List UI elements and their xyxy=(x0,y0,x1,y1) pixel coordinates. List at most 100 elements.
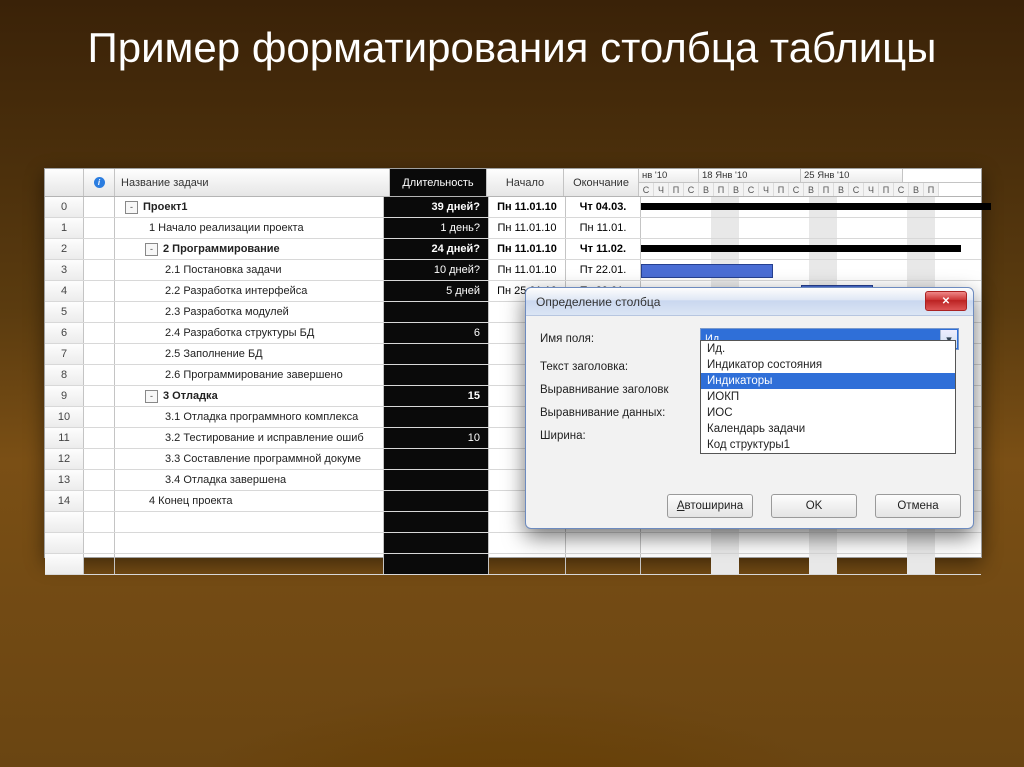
table-row[interactable]: 32.1 Постановка задачи10 дней?Пн 11.01.1… xyxy=(45,260,981,281)
duration-cell[interactable]: 6 xyxy=(384,323,489,343)
header-finish[interactable]: Окончание xyxy=(564,169,639,196)
table-row[interactable]: 2-2 Программирование24 дней?Пн 11.01.10Ч… xyxy=(45,239,981,260)
duration-cell[interactable] xyxy=(384,344,489,364)
row-indicator xyxy=(84,218,115,238)
ok-button[interactable]: OK xyxy=(771,494,857,518)
timeline-day: С xyxy=(744,183,759,196)
task-name: 3.2 Тестирование и исправление ошиб xyxy=(165,432,364,444)
header-task-name[interactable]: Название задачи xyxy=(115,169,390,196)
gantt-bar[interactable] xyxy=(641,245,961,252)
duration-cell[interactable] xyxy=(384,470,489,490)
duration-cell[interactable]: 24 дней? xyxy=(384,239,489,259)
dropdown-option[interactable]: Код структуры1 xyxy=(701,437,955,453)
start-cell[interactable]: Пн 11.01.10 xyxy=(489,239,566,259)
table-row[interactable]: 11 Начало реализации проекта1 день?Пн 11… xyxy=(45,218,981,239)
duration-cell[interactable] xyxy=(384,365,489,385)
dropdown-option[interactable]: Ид. xyxy=(701,341,955,357)
header-indicator[interactable]: i xyxy=(84,169,115,196)
timeline-week: 25 Янв '10 xyxy=(801,169,903,182)
row-id: 14 xyxy=(45,491,84,511)
gantt-bar[interactable] xyxy=(641,264,773,278)
row-indicator xyxy=(84,386,115,406)
screenshot-panel: i Название задачи Длительность Начало Ок… xyxy=(44,168,982,558)
timeline-day: Ч xyxy=(759,183,774,196)
task-name-cell[interactable]: 2.6 Программирование завершено xyxy=(115,365,384,385)
gantt-bar[interactable] xyxy=(641,203,991,210)
dialog-titlebar[interactable]: Определение столбца ✕ xyxy=(526,288,973,316)
label-width: Ширина: xyxy=(540,430,700,442)
dropdown-option[interactable]: ИОКП xyxy=(701,389,955,405)
duration-cell[interactable] xyxy=(384,302,489,322)
cancel-button[interactable]: Отмена xyxy=(875,494,961,518)
dropdown-option[interactable]: Календарь задачи xyxy=(701,421,955,437)
timeline-day: П xyxy=(924,183,939,196)
task-name: 2.4 Разработка структуры БД xyxy=(165,327,314,339)
task-name-cell[interactable]: 2.2 Разработка интерфейса xyxy=(115,281,384,301)
row-id: 1 xyxy=(45,218,84,238)
task-name-cell[interactable]: 2.1 Постановка задачи xyxy=(115,260,384,280)
task-name-cell[interactable]: 3.1 Отладка программного комплекса xyxy=(115,407,384,427)
gantt-cell xyxy=(641,197,981,217)
task-name-cell[interactable]: 3.2 Тестирование и исправление ошиб xyxy=(115,428,384,448)
duration-cell[interactable] xyxy=(384,491,489,511)
start-cell[interactable]: Пн 11.01.10 xyxy=(489,197,566,217)
finish-cell[interactable]: Пн 11.01. xyxy=(566,218,641,238)
finish-cell[interactable]: Пт 22.01. xyxy=(566,260,641,280)
row-id: 9 xyxy=(45,386,84,406)
task-name-cell[interactable]: -3 Отладка xyxy=(115,386,384,406)
task-name-cell[interactable]: 2.4 Разработка структуры БД xyxy=(115,323,384,343)
expand-toggle-icon[interactable]: - xyxy=(145,390,158,403)
header-start[interactable]: Начало xyxy=(487,169,564,196)
duration-cell[interactable] xyxy=(384,407,489,427)
start-cell[interactable]: Пн 11.01.10 xyxy=(489,218,566,238)
task-name: 2.6 Программирование завершено xyxy=(165,369,343,381)
expand-toggle-icon[interactable]: - xyxy=(145,243,158,256)
dropdown-option[interactable]: Индикаторы xyxy=(701,373,955,389)
row-indicator xyxy=(84,323,115,343)
timeline-day: В xyxy=(699,183,714,196)
duration-cell[interactable]: 10 дней? xyxy=(384,260,489,280)
duration-cell[interactable]: 15 xyxy=(384,386,489,406)
row-indicator xyxy=(84,302,115,322)
header-duration[interactable]: Длительность xyxy=(390,169,487,196)
label-title-text: Текст заголовка: xyxy=(540,361,700,373)
row-indicator xyxy=(84,365,115,385)
task-name-cell[interactable]: 3.3 Составление программной докуме xyxy=(115,449,384,469)
task-name-cell[interactable]: -2 Программирование xyxy=(115,239,384,259)
row-indicator xyxy=(84,197,115,217)
task-name-cell[interactable]: -Проект1 xyxy=(115,197,384,217)
expand-toggle-icon[interactable]: - xyxy=(125,201,138,214)
duration-cell[interactable] xyxy=(384,449,489,469)
dropdown-option[interactable]: ИОС xyxy=(701,405,955,421)
row-indicator xyxy=(84,407,115,427)
label-align-title: Выравнивание заголовк xyxy=(540,384,700,396)
start-cell[interactable]: Пн 11.01.10 xyxy=(489,260,566,280)
task-name-cell[interactable]: 1 Начало реализации проекта xyxy=(115,218,384,238)
header-rownum[interactable] xyxy=(45,169,84,196)
table-row[interactable]: 0-Проект139 дней?Пн 11.01.10Чт 04.03. xyxy=(45,197,981,218)
task-name-cell[interactable]: 2.3 Разработка модулей xyxy=(115,302,384,322)
row-indicator xyxy=(84,239,115,259)
duration-cell[interactable]: 10 xyxy=(384,428,489,448)
finish-cell[interactable]: Чт 11.02. xyxy=(566,239,641,259)
autowidth-button[interactable]: Автоширина xyxy=(667,494,753,518)
timeline-day: П xyxy=(714,183,729,196)
column-definition-dialog: Определение столбца ✕ Имя поля: Ид. ▾ Те… xyxy=(525,287,974,529)
timeline-day: С xyxy=(684,183,699,196)
row-id: 10 xyxy=(45,407,84,427)
finish-cell[interactable]: Чт 04.03. xyxy=(566,197,641,217)
close-icon[interactable]: ✕ xyxy=(925,291,967,311)
dropdown-option[interactable]: Индикатор состояния xyxy=(701,357,955,373)
task-name-cell[interactable]: 4 Конец проекта xyxy=(115,491,384,511)
task-name-cell[interactable]: 2.5 Заполнение БД xyxy=(115,344,384,364)
task-name-cell[interactable]: 3.4 Отладка завершена xyxy=(115,470,384,490)
duration-cell[interactable]: 1 день? xyxy=(384,218,489,238)
row-id: 13 xyxy=(45,470,84,490)
task-name: 2.3 Разработка модулей xyxy=(165,306,289,318)
duration-cell[interactable]: 39 дней? xyxy=(384,197,489,217)
dialog-title-text: Определение столбца xyxy=(536,295,660,309)
field-name-dropdown[interactable]: Ид.Индикатор состоянияИндикаторыИОКПИОСК… xyxy=(700,340,956,454)
timeline-day: П xyxy=(774,183,789,196)
duration-cell[interactable]: 5 дней xyxy=(384,281,489,301)
task-name: 2.2 Разработка интерфейса xyxy=(165,285,307,297)
